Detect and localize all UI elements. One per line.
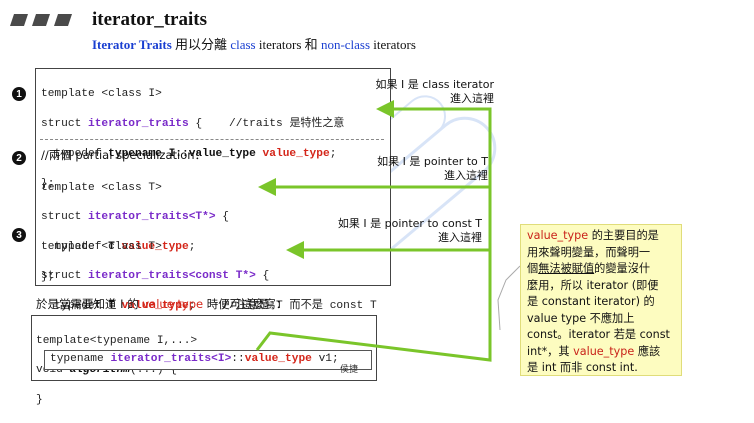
arrow-left-icon	[376, 100, 394, 118]
arrow-left-icon	[258, 178, 276, 196]
callout-line: value_type 的主要目的是	[527, 229, 659, 242]
callout-line: 是 int 而非 const int.	[527, 361, 638, 374]
callout-line: const。iterator 若是 const	[527, 328, 670, 341]
callout-line: 麼用，所以 iterator (即便	[527, 278, 659, 292]
callout-line: 是 constant iterator) 的	[527, 295, 655, 308]
arrow-to-section1	[255, 107, 492, 362]
callout-line: value type 不應加上	[527, 311, 635, 325]
arrow-left-icon	[286, 241, 304, 259]
callout-line: 用來聲明變量，而聲明一	[527, 245, 651, 259]
callout-connector	[497, 265, 521, 331]
callout-line: 個無法被賦值的變量沒什	[527, 262, 651, 275]
callout-note: value_type 的主要目的是 用來聲明變量，而聲明一 個無法被賦值的變量沒…	[520, 224, 682, 376]
callout-line: int*，其 value_type 應該	[527, 344, 661, 358]
